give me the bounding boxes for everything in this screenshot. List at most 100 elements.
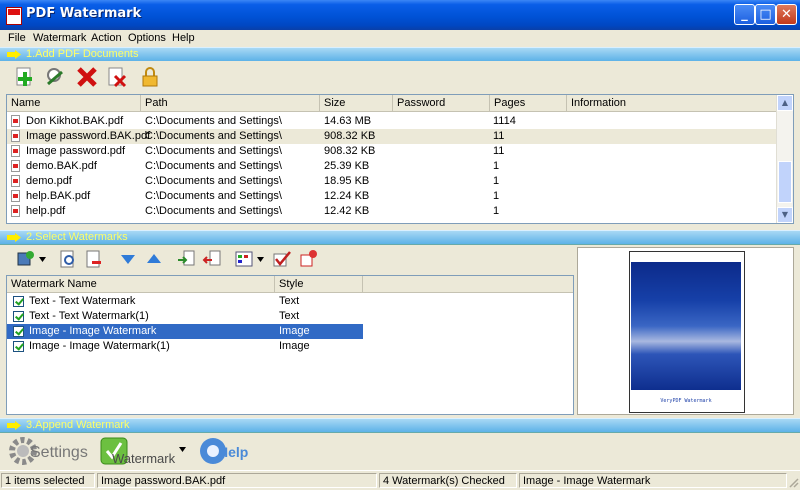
- app-icon: [6, 7, 22, 25]
- help-button[interactable]: Help: [198, 434, 250, 468]
- documents-list[interactable]: Name Path Size Password Pages Informatio…: [6, 94, 794, 224]
- list-item[interactable]: Text - Text Watermark(1) Text: [7, 309, 363, 324]
- list-item-selected[interactable]: Image - Image Watermark Image: [7, 324, 363, 339]
- watermark-style: Image: [279, 340, 310, 352]
- table-row[interactable]: help.pdf C:\Documents and Settings\ 12.4…: [7, 204, 779, 219]
- cell-path: C:\Documents and Settings\: [145, 190, 282, 202]
- section-label: 3.Append Watermark: [26, 419, 130, 431]
- dropdown-arrow-icon[interactable]: [179, 447, 186, 452]
- watermark-preview-panel: VeryPDF Watermark: [577, 247, 794, 415]
- watermark-style: Text: [279, 295, 300, 307]
- cell-pages: 11: [493, 145, 505, 157]
- settings-label: Settings: [30, 444, 88, 461]
- window-title: PDF Watermark: [26, 6, 142, 21]
- table-row[interactable]: demo.BAK.pdf C:\Documents and Settings\ …: [7, 159, 779, 174]
- menu-action[interactable]: Action: [91, 32, 122, 44]
- section-label: 2.Select Watermarks: [26, 231, 128, 243]
- uncheck-all-icon[interactable]: [298, 249, 318, 269]
- cell-path: C:\Documents and Settings\: [145, 145, 282, 157]
- watermark-checkbox[interactable]: [13, 311, 24, 322]
- status-checked-count: 4 Watermark(s) Checked: [379, 473, 517, 488]
- menu-help[interactable]: Help: [172, 32, 195, 44]
- watermarks-list[interactable]: Watermark Name Style Text - Text Waterma…: [6, 275, 574, 415]
- preview-image: [631, 262, 741, 390]
- table-row[interactable]: demo.pdf C:\Documents and Settings\ 18.9…: [7, 174, 779, 189]
- column-header-size[interactable]: Size: [320, 95, 393, 112]
- cell-name: help.pdf: [26, 205, 66, 217]
- resize-grip-icon[interactable]: [788, 477, 799, 488]
- watermark-name: Image - Image Watermark: [29, 325, 157, 337]
- remove-all-icon[interactable]: [106, 66, 128, 88]
- move-up-icon[interactable]: [144, 249, 164, 269]
- cell-size: 18.95 KB: [324, 175, 370, 187]
- menu-watermark[interactable]: Watermark: [33, 32, 86, 44]
- cell-name: Image password.BAK.pdf: [26, 130, 151, 142]
- section-label: 1.Add PDF Documents: [26, 48, 139, 60]
- status-current-file: Image password.BAK.pdf: [97, 473, 377, 488]
- scroll-up-icon[interactable]: ▲: [777, 95, 793, 111]
- table-row[interactable]: Image password.BAK.pdf C:\Documents and …: [7, 129, 779, 144]
- add-folder-icon[interactable]: [44, 66, 66, 88]
- watermark-checkbox[interactable]: [13, 296, 24, 307]
- menu-bar: File Watermark Action Options Help: [0, 30, 800, 47]
- pdf-file-icon: [11, 115, 20, 127]
- watermark-name: Image - Image Watermark(1): [29, 340, 170, 352]
- settings-button[interactable]: Settings: [8, 434, 90, 468]
- add-document-icon[interactable]: [14, 66, 36, 88]
- watermarks-toolbar: [6, 246, 574, 273]
- table-row[interactable]: help.BAK.pdf C:\Documents and Settings\ …: [7, 189, 779, 204]
- export-icon[interactable]: [202, 249, 222, 269]
- delete-watermark-icon[interactable]: [84, 249, 104, 269]
- column-header-pages[interactable]: Pages: [490, 95, 567, 112]
- documents-toolbar: [0, 61, 800, 93]
- edit-watermark-icon[interactable]: [58, 249, 78, 269]
- table-row[interactable]: Image password.pdf C:\Documents and Sett…: [7, 144, 779, 159]
- view-options-icon[interactable]: [234, 249, 254, 269]
- watermark-style: Image: [279, 325, 310, 337]
- scroll-down-icon[interactable]: ▼: [777, 207, 793, 223]
- list-item[interactable]: Text - Text Watermark Text: [7, 294, 363, 309]
- move-down-icon[interactable]: [118, 249, 138, 269]
- import-icon[interactable]: [176, 249, 196, 269]
- column-header-path[interactable]: Path: [141, 95, 320, 112]
- cell-size: 14.63 MB: [324, 115, 372, 127]
- list-item[interactable]: Image - Image Watermark(1) Image: [7, 339, 363, 354]
- preview-page: VeryPDF Watermark: [629, 251, 745, 413]
- dropdown-arrow-icon[interactable]: [39, 257, 46, 262]
- watermark-checkbox[interactable]: [13, 326, 24, 337]
- column-header-watermark-name[interactable]: Watermark Name: [7, 276, 275, 293]
- section-select-watermarks-header: 2.Select Watermarks: [0, 230, 800, 245]
- vertical-scrollbar[interactable]: ▲ ▼: [776, 95, 793, 223]
- check-all-icon[interactable]: [272, 249, 292, 269]
- menu-options[interactable]: Options: [128, 32, 166, 44]
- section-append-watermark-header: 3.Append Watermark: [0, 418, 800, 433]
- watermark-name: Text - Text Watermark(1): [29, 310, 149, 322]
- cell-pages: 11: [493, 130, 505, 142]
- arrow-right-icon: [7, 50, 21, 59]
- cell-path: C:\Documents and Settings\: [145, 130, 282, 142]
- column-header-password[interactable]: Password: [393, 95, 490, 112]
- close-button[interactable]: ✕: [776, 4, 797, 25]
- new-watermark-icon[interactable]: [16, 249, 36, 269]
- scroll-thumb[interactable]: [778, 161, 792, 203]
- watermark-name: Text - Text Watermark: [29, 295, 136, 307]
- pdf-file-icon: [11, 145, 20, 157]
- column-header-information[interactable]: Information: [567, 95, 779, 112]
- remove-document-icon[interactable]: [76, 66, 98, 88]
- cell-size: 908.32 KB: [324, 145, 376, 157]
- column-header-style[interactable]: Style: [275, 276, 363, 293]
- table-row[interactable]: Don Kikhot.BAK.pdf C:\Documents and Sett…: [7, 114, 779, 129]
- watermark-checkbox[interactable]: [13, 341, 24, 352]
- help-label: Help: [218, 444, 249, 460]
- pdf-file-icon: [11, 190, 20, 202]
- cell-name: demo.pdf: [26, 175, 72, 187]
- dropdown-arrow-icon[interactable]: [257, 257, 264, 262]
- lock-icon[interactable]: [139, 66, 161, 88]
- apply-watermark-button[interactable]: Watermark: [100, 434, 190, 468]
- title-bar: PDF Watermark _ □ ✕: [0, 0, 800, 30]
- column-header-name[interactable]: Name: [7, 95, 141, 112]
- minimize-button[interactable]: _: [734, 4, 755, 25]
- menu-file[interactable]: File: [8, 32, 26, 44]
- maximize-button[interactable]: □: [755, 4, 776, 25]
- pdf-file-icon: [11, 205, 20, 217]
